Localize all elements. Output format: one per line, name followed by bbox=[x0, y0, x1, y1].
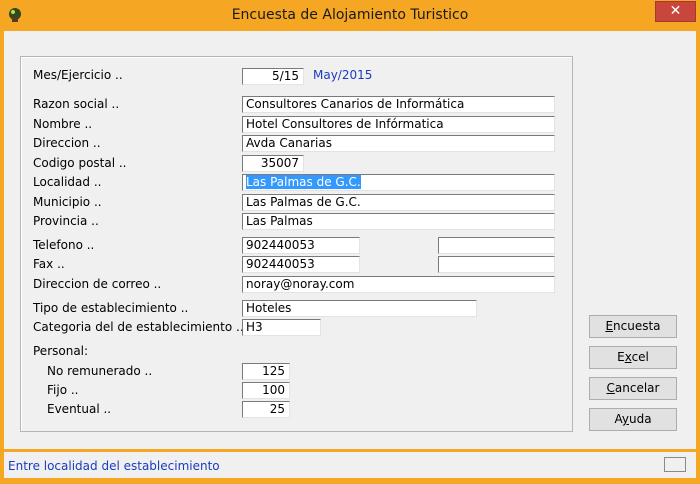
window-title: Encuesta de Alojamiento Turistico bbox=[231, 7, 469, 23]
no-remunerado-input[interactable]: 125 bbox=[242, 363, 290, 380]
close-button[interactable]: ✕ bbox=[655, 1, 696, 22]
cancelar-button[interactable]: Cancelar bbox=[589, 377, 677, 400]
ayuda-hotkey: y bbox=[621, 412, 629, 426]
personal-label: Personal: bbox=[33, 344, 89, 358]
correo-input[interactable]: noray@noray.com bbox=[242, 276, 555, 293]
mes-hint: May/2015 bbox=[313, 68, 373, 82]
nombre-label: Nombre .. bbox=[33, 117, 93, 131]
categoria-input[interactable]: H3 bbox=[242, 319, 321, 336]
fijo-label: Fijo .. bbox=[47, 383, 79, 397]
tipo-label: Tipo de establecimiento .. bbox=[33, 301, 189, 315]
localidad-selected-text: Las Palmas de G.C. bbox=[246, 175, 361, 189]
cancelar-hotkey: C bbox=[606, 381, 615, 395]
categoria-label: Categoria del de establecimiento .. bbox=[33, 320, 244, 334]
provincia-input[interactable]: Las Palmas bbox=[242, 213, 555, 230]
localidad-label: Localidad .. bbox=[33, 175, 102, 189]
encuesta-label: ncuesta bbox=[613, 319, 661, 333]
codigo-postal-label: Codigo postal .. bbox=[33, 156, 127, 170]
encuesta-button[interactable]: Encuesta bbox=[589, 315, 677, 338]
telefono2-input[interactable] bbox=[438, 237, 555, 254]
cancelar-label: ancelar bbox=[614, 381, 660, 395]
excel-hotkey: x bbox=[624, 350, 632, 364]
codigo-postal-input[interactable]: 35007 bbox=[242, 155, 304, 172]
localidad-input[interactable]: Las Palmas de G.C. bbox=[242, 174, 555, 191]
form-area: Mes/Ejercicio .. 5/15 May/2015 Razon soc… bbox=[4, 31, 696, 449]
provincia-label: Provincia .. bbox=[33, 214, 99, 228]
excel-label: cel bbox=[631, 350, 649, 364]
status-text: Entre localidad del establecimiento bbox=[8, 459, 220, 473]
razon-social-label: Razon social .. bbox=[33, 97, 120, 111]
fax-label: Fax .. bbox=[33, 257, 65, 271]
title-bar[interactable]: Encuesta de Alojamiento Turistico ✕ bbox=[0, 0, 700, 31]
no-remunerado-label: No remunerado .. bbox=[47, 364, 153, 378]
main-window: Encuesta de Alojamiento Turistico ✕ Mes/… bbox=[0, 0, 700, 484]
fax2-input[interactable] bbox=[438, 256, 555, 273]
mes-label: Mes/Ejercicio .. bbox=[33, 68, 123, 82]
fijo-input[interactable]: 100 bbox=[242, 382, 290, 399]
telefono-label: Telefono .. bbox=[33, 238, 95, 252]
direccion-label: Direccion .. bbox=[33, 136, 101, 150]
ayuda-label-pre: A bbox=[614, 412, 622, 426]
eventual-input[interactable]: 25 bbox=[242, 401, 290, 418]
mes-input[interactable]: 5/15 bbox=[242, 68, 304, 85]
direccion-input[interactable]: Avda Canarias bbox=[242, 135, 555, 152]
excel-button[interactable]: Excel bbox=[589, 346, 677, 369]
razon-social-input[interactable]: Consultores Canarios de Informática bbox=[242, 96, 555, 113]
correo-label: Direccion de correo .. bbox=[33, 277, 162, 291]
fax-input[interactable]: 902440053 bbox=[242, 256, 360, 273]
eventual-label: Eventual .. bbox=[47, 402, 112, 416]
ayuda-button[interactable]: Ayuda bbox=[589, 408, 677, 431]
encuesta-hotkey: E bbox=[605, 319, 614, 333]
close-icon: ✕ bbox=[669, 3, 682, 19]
ayuda-label: uda bbox=[628, 412, 652, 426]
nombre-input[interactable]: Hotel Consultores de Infórmatica bbox=[242, 116, 555, 133]
excel-label-pre: E bbox=[617, 350, 625, 364]
status-bar: Entre localidad del establecimiento bbox=[4, 452, 696, 478]
municipio-input[interactable]: Las Palmas de G.C. bbox=[242, 194, 555, 211]
telefono-input[interactable]: 902440053 bbox=[242, 237, 360, 254]
status-indicator bbox=[664, 457, 686, 472]
tipo-input[interactable]: Hoteles bbox=[242, 300, 477, 317]
municipio-label: Municipio .. bbox=[33, 195, 102, 209]
